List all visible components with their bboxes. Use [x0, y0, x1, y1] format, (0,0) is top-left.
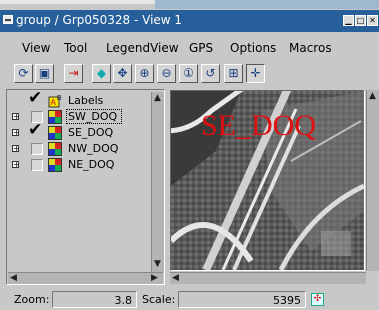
raster-layer-icon: [48, 142, 62, 156]
labels-layer-icon: A B: [48, 95, 62, 108]
scroll-right-icon[interactable]: ▶: [151, 274, 158, 283]
scale-label: Scale:: [142, 293, 176, 306]
expand-icon[interactable]: +: [12, 161, 20, 169]
zoom-field[interactable]: 3.8: [52, 291, 137, 308]
menu-options[interactable]: Options: [230, 41, 276, 55]
layer-checkbox-ne-doq[interactable]: [31, 159, 43, 171]
background-window-strip: [0, 0, 379, 10]
legend-vertical-scrollbar[interactable]: ▲ ▼: [151, 92, 164, 272]
menu-view[interactable]: View: [22, 41, 50, 55]
menu-macros[interactable]: Macros: [289, 41, 332, 55]
raster-layer-icon: [48, 126, 62, 140]
zoom-box-icon[interactable]: ⊞: [224, 64, 243, 83]
measure-icon[interactable]: ✛: [246, 64, 265, 83]
labels-label: Labels: [68, 94, 104, 107]
labels-row[interactable]: ✔ A B Labels: [9, 89, 149, 109]
layer-checkbox-nw-doq[interactable]: [31, 143, 43, 155]
layer-row-nw-doq[interactable]: + NW_DOQ: [9, 141, 149, 157]
background-window-titlebar: [155, 0, 379, 9]
map-view[interactable]: SE_DOQ: [170, 90, 365, 271]
title-bar[interactable]: group / Grp050328 - View 1 ▁ □ ✕: [0, 10, 379, 32]
zoom-1to1-icon[interactable]: ①: [179, 64, 198, 83]
layer-label-nw-doq: NW_DOQ: [68, 142, 119, 155]
zoom-label: Zoom:: [14, 293, 50, 306]
layer-label-se-doq: SE_DOQ: [68, 126, 114, 139]
minimize-icon[interactable]: ▁: [343, 15, 354, 26]
svg-text:B: B: [57, 95, 62, 102]
diamond-icon[interactable]: ◆: [92, 64, 111, 83]
window-menu-icon[interactable]: [3, 15, 13, 24]
menu-bar: View Tool LegendView GPS Options Macros: [0, 38, 379, 60]
menu-gps[interactable]: GPS: [189, 41, 213, 55]
layer-row-ne-doq[interactable]: + NE_DOQ: [9, 157, 149, 173]
menu-legendview[interactable]: LegendView: [106, 41, 179, 55]
toolbar: ⟳ ▣ ⇥ ◆ ✥ ⊕ ⊖ ① ↺ ⊞ ✛: [0, 64, 379, 86]
map-horizontal-scrollbar[interactable]: ◀: [170, 272, 366, 284]
full-extent-icon[interactable]: ▣: [35, 64, 54, 83]
menu-tool[interactable]: Tool: [64, 41, 87, 55]
layer-label-ne-doq: NE_DOQ: [68, 158, 115, 171]
maximize-icon[interactable]: □: [355, 15, 366, 26]
labels-check-icon[interactable]: ✔: [28, 89, 42, 107]
svg-text:A: A: [51, 98, 57, 107]
scroll-left-icon[interactable]: ◀: [10, 274, 17, 283]
scroll-up-icon[interactable]: ▲: [369, 92, 376, 101]
zoom-previous-icon[interactable]: ↺: [201, 64, 220, 83]
zoom-out-icon[interactable]: ⊖: [157, 64, 176, 83]
layer-row-se-doq[interactable]: + ✔ SE_DOQ: [9, 121, 149, 141]
scale-field[interactable]: 5395: [178, 291, 306, 308]
expand-icon[interactable]: +: [12, 145, 20, 153]
expand-icon[interactable]: +: [12, 129, 20, 137]
scale-lock-icon[interactable]: ✣: [311, 293, 324, 306]
scroll-left-icon[interactable]: ◀: [172, 274, 179, 283]
scroll-down-icon[interactable]: ▼: [154, 260, 161, 269]
map-layer-label: SE_DOQ: [201, 109, 317, 142]
window-title: group / Grp050328 - View 1: [16, 13, 183, 27]
raster-layer-icon: [48, 110, 62, 124]
layer-label-sw-doq: SW_DOQ: [68, 110, 118, 123]
legend-horizontal-scrollbar[interactable]: ◀ ▶: [8, 272, 163, 284]
zoom-in-icon[interactable]: ⊕: [135, 64, 154, 83]
close-icon[interactable]: ✕: [367, 15, 378, 26]
status-bar: Zoom: 3.8 Scale: 5395 ✣: [0, 288, 379, 310]
layer-check-icon-se-doq[interactable]: ✔: [28, 121, 42, 139]
pan-icon[interactable]: ✥: [113, 64, 132, 83]
select-icon[interactable]: ⇥: [64, 64, 83, 83]
redraw-icon[interactable]: ⟳: [14, 64, 33, 83]
scroll-up-icon[interactable]: ▲: [154, 94, 161, 103]
expand-icon[interactable]: +: [12, 113, 20, 121]
raster-layer-icon: [48, 158, 62, 172]
map-vertical-scrollbar[interactable]: ▲: [366, 90, 379, 271]
